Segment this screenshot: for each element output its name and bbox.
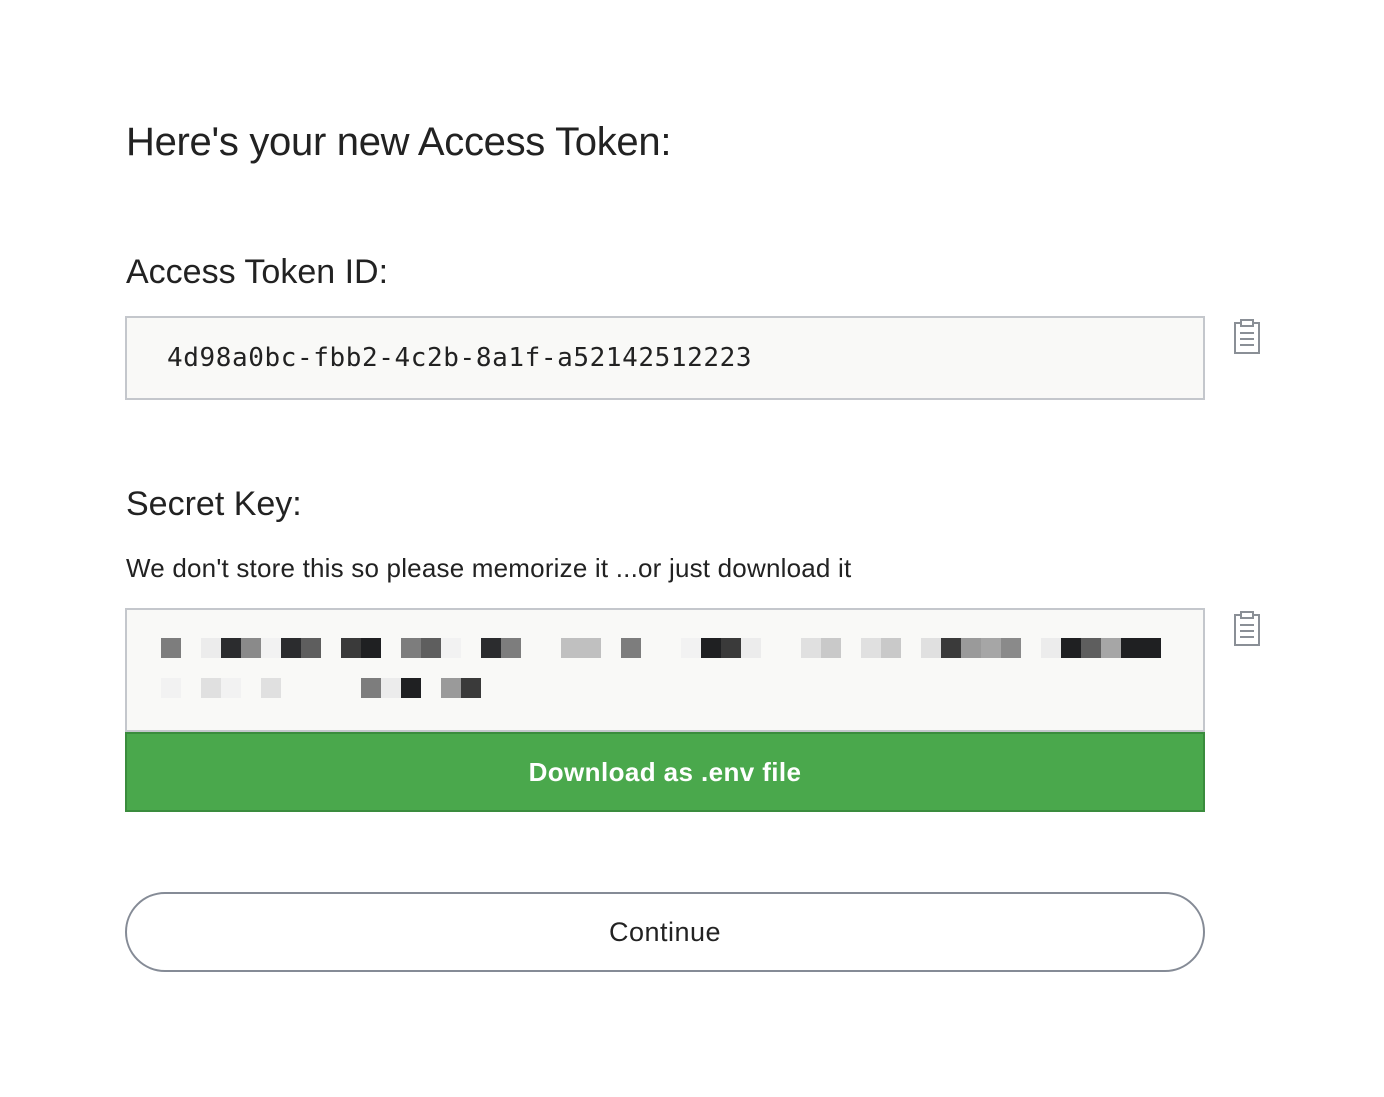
redaction-pixel [161, 678, 181, 698]
copy-token-id-button[interactable] [1230, 319, 1264, 355]
redaction-pixel [221, 678, 241, 698]
redaction-pixel [301, 638, 321, 658]
redaction-pixel [341, 638, 361, 658]
redaction-pixel [741, 638, 761, 658]
redaction-pixel [361, 638, 381, 658]
redaction-pixel [401, 678, 421, 698]
redaction-pixel [441, 678, 461, 698]
redaction-pixel [1001, 638, 1021, 658]
redaction-pixel [821, 638, 841, 658]
clipboard-icon [1234, 319, 1260, 354]
access-token-page: Here's your new Access Token: Access Tok… [0, 0, 1384, 1097]
redaction-pixel [1081, 638, 1101, 658]
redaction-pixel [441, 638, 461, 658]
secret-key-label: Secret Key: [126, 485, 302, 523]
redaction-pixel [1101, 638, 1121, 658]
continue-button[interactable]: Continue [125, 892, 1205, 972]
redaction-pixel [261, 678, 281, 698]
redaction-pixel [221, 638, 241, 658]
redaction-pixel [941, 638, 961, 658]
redaction-pixel [1061, 638, 1081, 658]
redaction-pixel [281, 638, 301, 658]
redaction-pixel [201, 678, 221, 698]
redaction-pixel [801, 638, 821, 658]
redaction-pixel [721, 638, 741, 658]
redaction-pixel [241, 638, 261, 658]
secret-key-field[interactable] [125, 608, 1205, 732]
access-token-id-value[interactable]: 4d98a0bc-fbb2-4c2b-8a1f-a52142512223 [167, 340, 752, 376]
redaction-pixel [501, 638, 521, 658]
secret-key-hint: We don't store this so please memorize i… [126, 553, 852, 583]
redaction-pixel [1041, 638, 1061, 658]
redaction-pixel [401, 638, 421, 658]
redaction-pixel [881, 638, 901, 658]
redaction-pixel [981, 638, 1001, 658]
redaction-pixel [481, 638, 501, 658]
redaction-pixel [701, 638, 721, 658]
redaction-pixel [621, 638, 641, 658]
redaction-pixel [361, 678, 381, 698]
redaction-pixel [421, 638, 441, 658]
access-token-id-label: Access Token ID: [126, 253, 389, 291]
redaction-pixel [201, 638, 221, 658]
redaction-pixel [961, 638, 981, 658]
redaction-pixel [561, 638, 581, 658]
redaction-pixel [261, 638, 281, 658]
redaction-pixel [161, 638, 181, 658]
redaction-pixel [1121, 638, 1141, 658]
redaction-pixel [861, 638, 881, 658]
redaction-pixel [681, 638, 701, 658]
secret-key-redacted-value [161, 638, 1171, 698]
clipboard-icon [1234, 611, 1260, 646]
page-title: Here's your new Access Token: [126, 120, 672, 164]
redaction-pixel [921, 638, 941, 658]
access-token-id-field[interactable]: 4d98a0bc-fbb2-4c2b-8a1f-a52142512223 [125, 316, 1205, 400]
redaction-pixel [461, 678, 481, 698]
redaction-pixel [381, 678, 401, 698]
copy-secret-key-button[interactable] [1230, 611, 1264, 647]
download-env-button[interactable]: Download as .env file [125, 732, 1205, 812]
redaction-pixel [1141, 638, 1161, 658]
redaction-pixel [581, 638, 601, 658]
